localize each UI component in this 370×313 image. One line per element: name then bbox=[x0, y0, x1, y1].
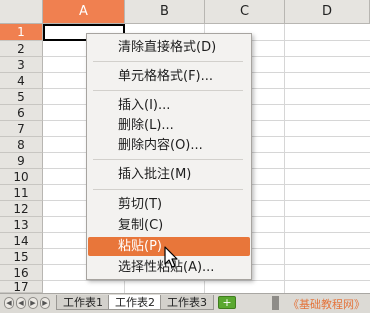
last-sheet-icon[interactable]: ▶ bbox=[40, 297, 50, 309]
menu-separator bbox=[93, 189, 243, 190]
row-header-17[interactable]: 17 bbox=[0, 281, 43, 293]
row-header-7[interactable]: 7 bbox=[0, 121, 43, 137]
sheet-tab-3[interactable]: 工作表3 bbox=[160, 295, 214, 310]
row-header-6[interactable]: 6 bbox=[0, 105, 43, 121]
context-menu: 清除直接格式(D) 单元格格式(F)... 插入(I)... 删除(L)... … bbox=[86, 33, 252, 280]
menu-item-delete-contents[interactable]: 删除内容(O)... bbox=[88, 136, 250, 155]
row-header-13[interactable]: 13 bbox=[0, 217, 43, 233]
column-header-c[interactable]: C bbox=[205, 0, 285, 24]
row-header-9[interactable]: 9 bbox=[0, 153, 43, 169]
menu-item-cut[interactable]: 剪切(T) bbox=[88, 195, 250, 214]
row-header-2[interactable]: 2 bbox=[0, 41, 43, 57]
select-all-corner[interactable] bbox=[0, 0, 43, 24]
sheet-tab-2[interactable]: 工作表2 bbox=[108, 295, 162, 310]
menu-separator bbox=[93, 159, 243, 160]
grid-line bbox=[284, 24, 285, 293]
row-header-3[interactable]: 3 bbox=[0, 57, 43, 73]
sheet-tab-bar: ◀ ◀ ▶ ▶ 工作表1 工作表2 工作表3 + 《基础教程网》 bbox=[0, 293, 370, 313]
menu-item-format-cells[interactable]: 单元格格式(F)... bbox=[88, 67, 250, 86]
menu-item-copy[interactable]: 复制(C) bbox=[88, 216, 250, 235]
menu-item-clear-direct-formatting[interactable]: 清除直接格式(D) bbox=[88, 38, 250, 57]
mouse-pointer-icon bbox=[164, 246, 178, 268]
row-header-5[interactable]: 5 bbox=[0, 89, 43, 105]
first-sheet-icon[interactable]: ◀ bbox=[4, 297, 14, 309]
column-header-d[interactable]: D bbox=[285, 0, 370, 24]
menu-separator bbox=[93, 90, 243, 91]
row-header-12[interactable]: 12 bbox=[0, 201, 43, 217]
next-sheet-icon[interactable]: ▶ bbox=[28, 297, 38, 309]
row-header-8[interactable]: 8 bbox=[0, 137, 43, 153]
sheet-tab-1[interactable]: 工作表1 bbox=[56, 295, 110, 310]
watermark-text: 《基础教程网》 bbox=[288, 298, 365, 311]
menu-item-insert[interactable]: 插入(I)... bbox=[88, 96, 250, 115]
row-header-16[interactable]: 16 bbox=[0, 265, 43, 281]
previous-sheet-icon[interactable]: ◀ bbox=[16, 297, 26, 309]
menu-item-delete[interactable]: 删除(L)... bbox=[88, 116, 250, 135]
row-header-14[interactable]: 14 bbox=[0, 233, 43, 249]
grid-line bbox=[43, 280, 370, 281]
row-header-4[interactable]: 4 bbox=[0, 73, 43, 89]
row-header-15[interactable]: 15 bbox=[0, 249, 43, 265]
add-sheet-button[interactable]: + bbox=[218, 296, 236, 309]
row-header-10[interactable]: 10 bbox=[0, 169, 43, 185]
column-header-b[interactable]: B bbox=[125, 0, 205, 24]
menu-separator bbox=[93, 61, 243, 62]
scrollbar-handle[interactable] bbox=[272, 296, 279, 310]
column-header-a[interactable]: A bbox=[43, 0, 125, 24]
row-header-1[interactable]: 1 bbox=[0, 24, 43, 41]
menu-item-insert-comment[interactable]: 插入批注(M) bbox=[88, 165, 250, 184]
row-header-11[interactable]: 11 bbox=[0, 185, 43, 201]
